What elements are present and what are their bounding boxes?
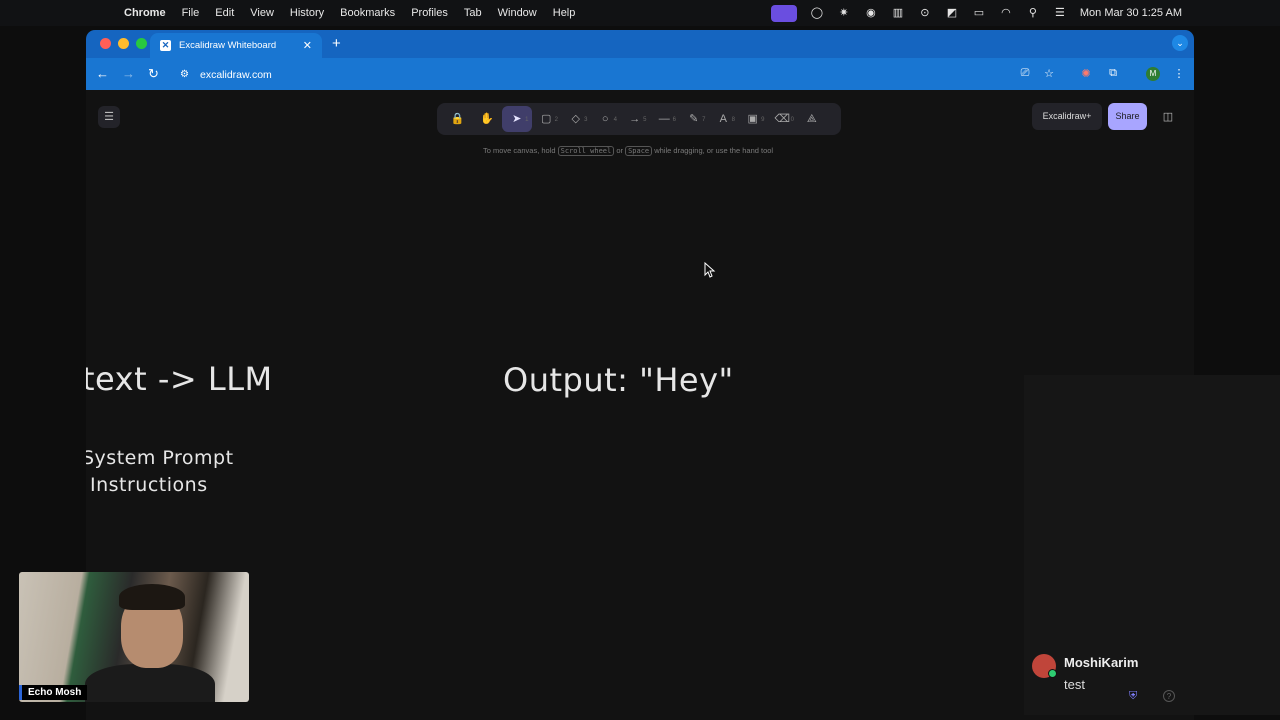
share-button[interactable]: Share bbox=[1108, 103, 1147, 130]
tab-search-chevron-icon[interactable]: ⌄ bbox=[1172, 35, 1188, 51]
browser-tab[interactable]: ✕ Excalidraw Whiteboard ✕ bbox=[150, 33, 322, 58]
tool-shortcut-key: 7 bbox=[702, 117, 706, 123]
text-icon[interactable]: A8 bbox=[709, 106, 739, 132]
install-app-icon[interactable]: ⎚ bbox=[1018, 67, 1032, 80]
extension-red-icon[interactable]: ✺ bbox=[1079, 67, 1093, 80]
menubar-clock[interactable]: Mon Mar 30 1:25 AM bbox=[1080, 7, 1182, 19]
menu-help[interactable]: Help bbox=[553, 7, 576, 19]
canvas-text-instructions[interactable]: Instructions bbox=[90, 474, 208, 496]
collaborator-name: MoshiKarim bbox=[1064, 655, 1139, 670]
tool-shortcut-key: 9 bbox=[761, 117, 765, 123]
image-icon[interactable]: ▣ 9 bbox=[738, 106, 768, 132]
tab-close-icon[interactable]: ✕ bbox=[303, 39, 312, 52]
canvas-text-output[interactable]: Output: "Hey" bbox=[503, 361, 734, 399]
collaborator-text: test bbox=[1064, 677, 1085, 692]
menu-window[interactable]: Window bbox=[498, 7, 537, 19]
tool-shortcut-key: 6 bbox=[672, 117, 676, 123]
tab-title: Excalidraw Whiteboard bbox=[179, 40, 277, 51]
excalidraw-plus-button[interactable]: Excalidraw+ bbox=[1032, 103, 1102, 130]
arrow-icon[interactable]: → 5 bbox=[620, 106, 650, 132]
lock-icon[interactable]: 🔒 bbox=[443, 106, 473, 132]
stats-status-icon[interactable]: ▥ bbox=[891, 7, 905, 19]
spotlight-search-icon[interactable]: ⚲ bbox=[1026, 7, 1040, 19]
online-status-dot bbox=[1048, 669, 1057, 678]
hint-text-2: while dragging, or use the hand tool bbox=[654, 146, 774, 155]
canvas-text-llm[interactable]: text -> LLM bbox=[86, 360, 273, 398]
tool-shortcut-key: 2 bbox=[554, 117, 558, 123]
shape-toolbar: 🔒 ✋ ➤ 1 ▢ 2 ◇ 3 ○ 4 → 5—6 ✎ 7 A 8 ▣ 9 ⌫ 0 ⟁ bbox=[437, 103, 841, 135]
webcam-overlay: Echo Mosh bbox=[19, 572, 249, 702]
hint-key-scroll: Scroll wheel bbox=[557, 146, 615, 156]
battery-icon[interactable]: ▭ bbox=[972, 7, 986, 19]
reload-icon[interactable]: ↻ bbox=[148, 66, 159, 82]
line-icon[interactable]: —6 bbox=[650, 106, 680, 132]
sun-status-icon[interactable]: ✷ bbox=[837, 7, 851, 19]
ai-status-icon[interactable]: ◉ bbox=[864, 7, 878, 19]
menu-file[interactable]: File bbox=[182, 7, 200, 19]
extensions-puzzle-icon[interactable]: ⧉ bbox=[1106, 67, 1120, 80]
clipboard-status-icon[interactable]: ◩ bbox=[945, 7, 959, 19]
hand-icon[interactable]: ✋ bbox=[473, 106, 503, 132]
collaborator-message: MoshiKarim test bbox=[1032, 653, 1172, 697]
screen-recording-icon[interactable] bbox=[770, 4, 797, 22]
zoom-window-button[interactable] bbox=[136, 38, 147, 49]
window-controls bbox=[100, 38, 147, 49]
library-sidebar-icon[interactable]: ◫ bbox=[1158, 107, 1178, 127]
ellipse-icon[interactable]: ○ 4 bbox=[591, 106, 621, 132]
eraser-icon[interactable]: ⌫ 0 bbox=[768, 106, 798, 132]
extra-tools-icon[interactable]: ⟁ bbox=[797, 106, 827, 132]
hint-key-space: Space bbox=[625, 146, 653, 156]
url-field[interactable]: excalidraw.com bbox=[176, 64, 1016, 86]
forward-arrow-icon[interactable]: → bbox=[122, 66, 135, 81]
tool-shortcut-key: 3 bbox=[584, 117, 588, 123]
tool-shortcut-key: 1 bbox=[525, 117, 529, 123]
webcam-person-hair bbox=[119, 584, 185, 610]
help-icon[interactable]: ? bbox=[1163, 690, 1175, 702]
menu-history[interactable]: History bbox=[290, 7, 324, 19]
excalidraw-favicon-icon: ✕ bbox=[160, 40, 171, 51]
main-menu-hamburger-icon[interactable]: ☰ bbox=[98, 106, 120, 128]
hint-text-or: or bbox=[616, 146, 623, 155]
profile-avatar[interactable]: M bbox=[1146, 67, 1160, 81]
rectangle-icon[interactable]: ▢ 2 bbox=[532, 106, 562, 132]
wifi-icon[interactable]: ◠ bbox=[999, 7, 1013, 19]
tool-shortcut-key: 4 bbox=[613, 117, 617, 123]
menu-view[interactable]: View bbox=[250, 7, 274, 19]
bookmark-star-icon[interactable]: ☆ bbox=[1042, 67, 1056, 80]
play-status-icon[interactable]: ⊙ bbox=[918, 7, 932, 19]
minimize-window-button[interactable] bbox=[118, 38, 129, 49]
tab-strip: ✕ Excalidraw Whiteboard ✕ + ⌄ bbox=[86, 30, 1194, 58]
hint-text-1: To move canvas, hold bbox=[483, 146, 556, 155]
chrome-menu-icon[interactable]: ⋮ bbox=[1172, 67, 1186, 80]
menu-edit[interactable]: Edit bbox=[215, 7, 234, 19]
tool-shortcut-key: 5 bbox=[643, 117, 647, 123]
selection-icon[interactable]: ➤ 1 bbox=[502, 106, 532, 132]
new-tab-button[interactable]: + bbox=[332, 35, 341, 52]
webcam-person-body bbox=[85, 664, 215, 702]
menu-bookmarks[interactable]: Bookmarks bbox=[340, 7, 395, 19]
canvas-hint: To move canvas, hold Scroll wheel or Spa… bbox=[483, 146, 774, 156]
circle-status-icon[interactable]: ◯ bbox=[810, 7, 824, 19]
tool-shortcut-key: 0 bbox=[790, 117, 794, 123]
control-center-icon[interactable]: ☰ bbox=[1053, 7, 1067, 19]
macos-menubar: Chrome File Edit View History Bookmarks … bbox=[0, 0, 1280, 26]
menu-profiles[interactable]: Profiles bbox=[411, 7, 448, 19]
diamond-icon[interactable]: ◇ 3 bbox=[561, 106, 591, 132]
shield-icon[interactable]: ⛨ bbox=[1129, 690, 1137, 703]
canvas-text-system-prompt[interactable]: System Prompt bbox=[86, 447, 234, 469]
menu-tab[interactable]: Tab bbox=[464, 7, 482, 19]
address-bar: ← → ↻ ⚙ excalidraw.com ⎚ ☆ ✺ ⧉ M ⋮ bbox=[86, 58, 1194, 90]
webcam-name-label: Echo Mosh bbox=[19, 685, 88, 700]
pencil-icon[interactable]: ✎ 7 bbox=[679, 106, 709, 132]
tool-shortcut-key: 8 bbox=[731, 117, 735, 123]
back-arrow-icon[interactable]: ← bbox=[96, 66, 109, 81]
mouse-pointer-icon bbox=[704, 262, 716, 278]
close-window-button[interactable] bbox=[100, 38, 111, 49]
menu-chrome[interactable]: Chrome bbox=[124, 7, 166, 19]
